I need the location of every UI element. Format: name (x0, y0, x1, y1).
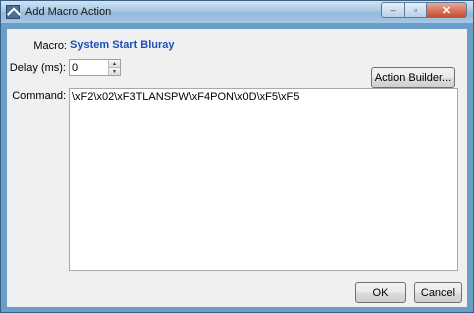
delay-label: Delay (ms): (9, 62, 66, 74)
delay-spin-buttons: ▲ ▼ (108, 60, 120, 75)
dialog-window: Add Macro Action – ▫ ✕ Macro: System Sta… (0, 0, 474, 313)
window-title: Add Macro Action (25, 6, 112, 18)
maximize-button[interactable]: ▫ (405, 2, 427, 18)
dialog-body: Macro: System Start Bluray Delay (ms): ▲… (7, 29, 467, 307)
cancel-button[interactable]: Cancel (414, 282, 462, 303)
close-button[interactable]: ✕ (427, 2, 467, 18)
command-textarea[interactable]: \xF2\x02\xF3TLANSPW\xF4PON\x0D\xF5\xF5 (69, 88, 458, 271)
macro-label: Macro: (33, 40, 67, 52)
spin-down-icon[interactable]: ▼ (108, 67, 120, 75)
delay-input[interactable] (72, 61, 108, 74)
minimize-button[interactable]: – (381, 2, 405, 18)
ok-button[interactable]: OK (355, 282, 406, 303)
action-builder-button[interactable]: Action Builder... (371, 67, 455, 88)
caption-buttons: – ▫ ✕ (381, 2, 467, 18)
spin-up-icon[interactable]: ▲ (108, 60, 120, 67)
macro-name: System Start Bluray (70, 39, 175, 51)
command-text: \xF2\x02\xF3TLANSPW\xF4PON\x0D\xF5\xF5 (72, 91, 300, 103)
app-icon (6, 5, 20, 19)
command-label: Command: (12, 90, 66, 102)
delay-stepper[interactable]: ▲ ▼ (69, 59, 121, 76)
title-bar[interactable]: Add Macro Action – ▫ ✕ (1, 1, 473, 23)
